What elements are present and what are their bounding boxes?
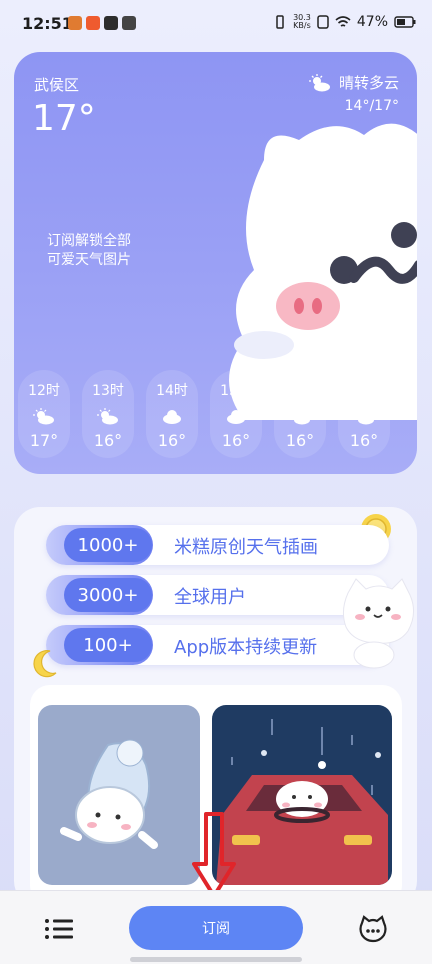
wifi-icon	[335, 16, 351, 27]
sun-cloud-icon	[308, 73, 330, 91]
promo-line-2: 可爱天气图片	[47, 252, 131, 268]
hour-temp: 17°	[29, 431, 59, 450]
status-right: 30.3 KB/s 47%	[273, 14, 416, 30]
stat-label: 米糕原创天气插画	[174, 537, 318, 558]
hour-time: 15时	[220, 383, 252, 399]
cat-face-icon[interactable]	[358, 915, 388, 943]
play-notification-icon	[104, 16, 118, 30]
moon-icon	[33, 650, 57, 678]
mail-notification-icon	[68, 16, 82, 30]
hourly-forecast[interactable]: 12时 17° 13时 16° 14时 16° 15时 16° 16时 16° …	[18, 370, 390, 458]
gallery-image-snow[interactable]	[38, 705, 200, 885]
sun-cloud-icon	[293, 410, 310, 424]
condition-row: 晴转多云	[308, 72, 399, 93]
current-temperature: 17°	[32, 98, 96, 139]
hour-temp: 16°	[221, 431, 251, 450]
snow-mascot-illustration	[60, 739, 158, 849]
stat-illustrations: 1000+ 米糕原创天气插画	[46, 525, 389, 565]
hour-cell[interactable]: 13时 16°	[82, 370, 134, 458]
hour-cell[interactable]: 15时 16°	[210, 370, 262, 458]
sim-icon	[317, 15, 329, 29]
vibrate-icon	[276, 15, 284, 29]
hour-time: 17时	[348, 383, 380, 399]
hour-time: 12时	[28, 383, 60, 399]
cloud-icon	[163, 409, 181, 424]
hour-temp: 16°	[285, 431, 315, 450]
subscribe-promo: 订阅解锁全部 可爱天气图片	[47, 232, 131, 270]
red-down-arrow-icon	[192, 812, 236, 898]
stat-number: 3000+	[64, 578, 152, 612]
hour-temp: 16°	[157, 431, 187, 450]
home-indicator	[130, 957, 302, 962]
battery-percent: 47%	[356, 14, 388, 30]
hour-time: 13时	[92, 383, 124, 399]
sun-cloud-icon	[357, 410, 374, 424]
cloud-icon	[227, 409, 245, 424]
hour-cell[interactable]: 14时 16°	[146, 370, 198, 458]
bottom-bar: 订阅	[0, 890, 432, 964]
hour-time: 14时	[156, 383, 188, 399]
app-notification-icon	[86, 16, 100, 30]
subscribe-button[interactable]: 订阅	[129, 906, 303, 950]
car-mascot-illustration	[216, 719, 388, 885]
promo-line-1: 订阅解锁全部	[47, 233, 131, 249]
stat-number: 1000+	[64, 528, 152, 562]
hour-time: 16时	[284, 383, 316, 399]
stat-label: App版本持续更新	[174, 637, 318, 658]
link-notification-icon	[122, 16, 136, 30]
status-time: 12:51	[22, 14, 73, 33]
hour-temp: 16°	[349, 431, 379, 450]
sun-cloud-icon	[33, 407, 54, 424]
weather-condition: 晴转多云	[338, 74, 399, 92]
cat-sticker-illustration	[342, 578, 414, 669]
temperature-range: 14°/17°	[344, 98, 399, 114]
hour-cell[interactable]: 16时 16°	[274, 370, 326, 458]
stat-label: 全球用户	[174, 587, 246, 608]
weather-card[interactable]: 武侯区 17° 晴转多云 14°/17° 订阅解锁全部 可爱天气图片 12时 1…	[14, 52, 417, 474]
status-bar: 12:51 30.3 KB/s 47%	[0, 0, 432, 50]
hour-cell[interactable]: 12时 17°	[18, 370, 70, 458]
gallery-image-rain-car[interactable]	[212, 705, 392, 885]
stat-number: 100+	[64, 628, 152, 662]
district-name: 武侯区	[34, 76, 80, 94]
hour-temp: 16°	[93, 431, 123, 450]
sun-cloud-icon	[97, 407, 118, 424]
network-speed: 30.3 KB/s	[293, 14, 311, 30]
battery-icon	[394, 16, 416, 28]
status-app-icons	[68, 16, 136, 30]
speed-unit: KB/s	[293, 21, 311, 30]
hour-cell[interactable]: 17时 16°	[338, 370, 390, 458]
menu-icon[interactable]	[44, 918, 74, 940]
